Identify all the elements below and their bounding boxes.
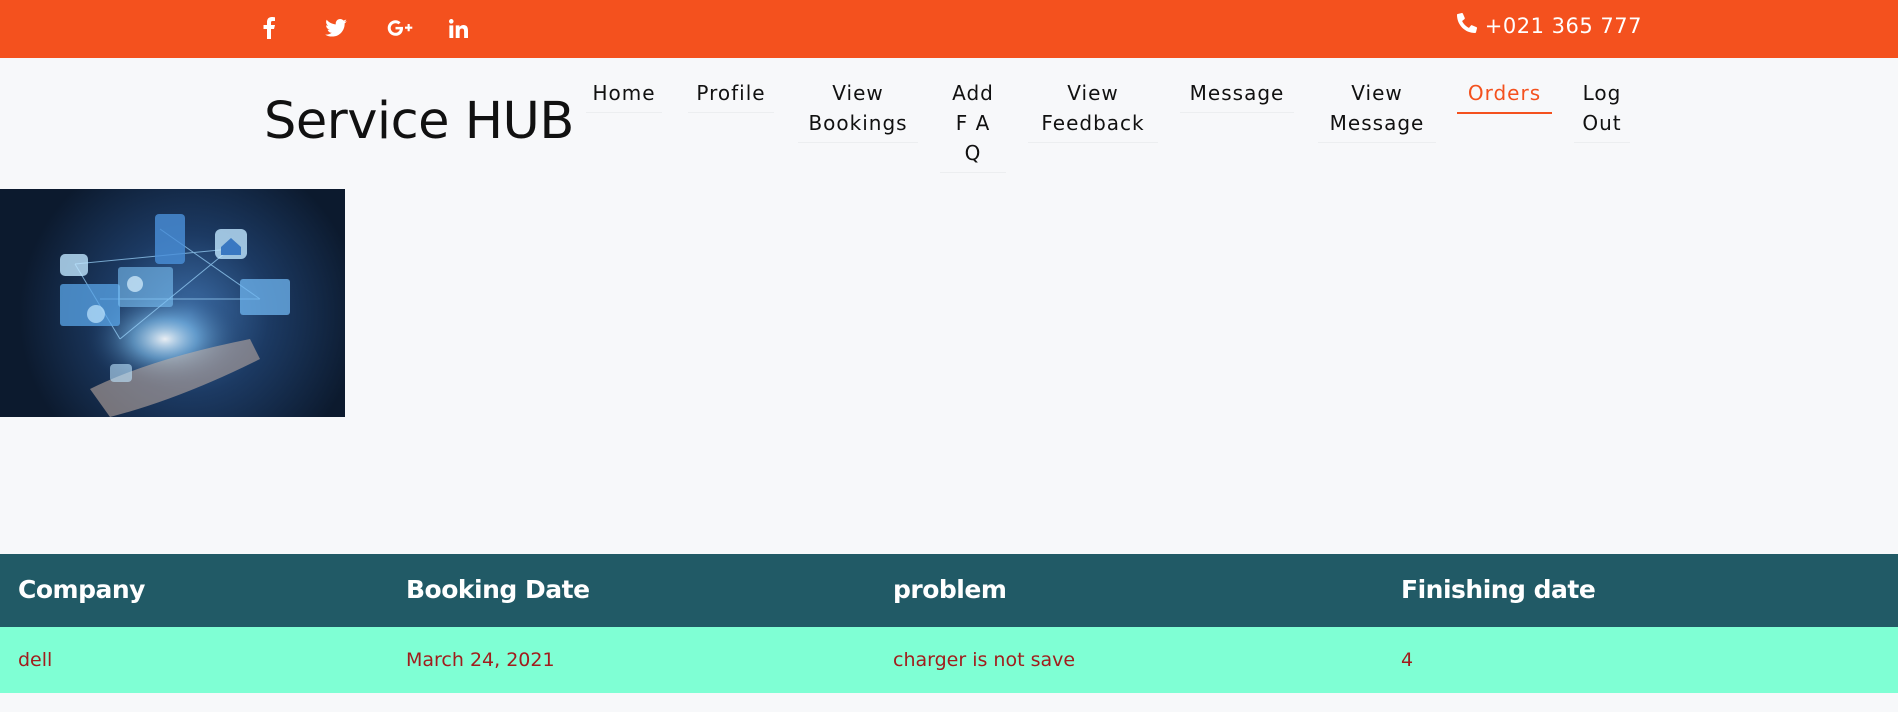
google-plus-icon[interactable] [387, 14, 449, 42]
nav-view-message[interactable]: View Message [1318, 78, 1436, 143]
table-row: dell March 24, 2021 charger is not save … [0, 627, 1898, 693]
nav-logout[interactable]: Log Out [1574, 78, 1630, 143]
phone-number: +021 365 777 [1484, 13, 1642, 38]
phone-contact[interactable]: +021 365 777 [1456, 12, 1642, 38]
cell-finishing-date: 4 [1401, 649, 1414, 671]
column-header-finishing-date: Finishing date [1401, 575, 1596, 604]
nav-profile[interactable]: Profile [688, 78, 774, 113]
nav-message[interactable]: Message [1180, 78, 1294, 113]
table-header: Company Booking Date problem Finishing d… [0, 554, 1898, 627]
tech-devices-illustration [60, 214, 290, 417]
nav-add-faq[interactable]: Add F A Q [940, 78, 1006, 173]
facebook-icon[interactable] [263, 14, 325, 42]
nav-view-bookings[interactable]: View Bookings [798, 78, 918, 143]
hero-image [0, 189, 345, 417]
phone-icon [1456, 12, 1477, 38]
main-nav: Home Profile View Bookings Add F A Q Vie… [0, 78, 1898, 188]
nav-view-feedback[interactable]: View Feedback [1028, 78, 1158, 143]
nav-home[interactable]: Home [586, 78, 662, 113]
twitter-icon[interactable] [325, 14, 387, 42]
social-links [263, 14, 511, 42]
cell-company: dell [18, 649, 53, 671]
top-bar: +021 365 777 [0, 0, 1898, 58]
nav-orders[interactable]: Orders [1457, 78, 1552, 114]
cell-problem: charger is not save [893, 649, 1076, 671]
column-header-company: Company [18, 575, 145, 604]
cell-booking-date: March 24, 2021 [406, 649, 555, 671]
column-header-booking-date: Booking Date [406, 575, 590, 604]
orders-table: Company Booking Date problem Finishing d… [0, 554, 1898, 693]
linkedin-icon[interactable] [449, 14, 511, 42]
column-header-problem: problem [893, 575, 1007, 604]
